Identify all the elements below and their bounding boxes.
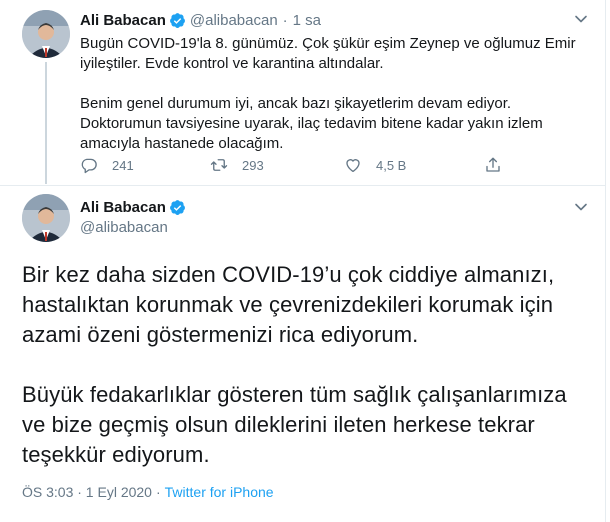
tweet-text: Bir kez daha sizden COVID-19’u çok ciddi… xyxy=(22,260,592,470)
tweet-source-link[interactable]: Twitter for iPhone xyxy=(165,484,274,500)
avatar[interactable] xyxy=(22,10,70,58)
reply-button[interactable]: 241 xyxy=(80,156,134,174)
tweet-header: Ali Babacan xyxy=(80,199,186,216)
verified-badge-icon xyxy=(169,12,185,28)
author-name[interactable]: Ali Babacan xyxy=(80,199,166,216)
author-handle[interactable]: @alibabacan xyxy=(80,219,168,236)
retweet-count: 293 xyxy=(242,157,264,173)
avatar[interactable] xyxy=(22,194,70,242)
share-icon xyxy=(486,157,500,172)
author-handle[interactable]: @alibabacan xyxy=(190,12,278,29)
tweet-paragraph: Büyük fedakarlıklar gösteren tüm sağlık … xyxy=(22,382,567,467)
like-button[interactable]: 4,5 B xyxy=(344,156,406,174)
tweet-paragraph: Benim genel durumum iyi, ancak bazı şika… xyxy=(80,95,543,152)
heart-icon xyxy=(346,159,360,173)
retweet-button[interactable]: 293 xyxy=(210,156,264,174)
tweet-actions: 241 293 4,5 B xyxy=(80,154,540,176)
verified-badge-icon xyxy=(169,200,185,215)
tweet-timestamp[interactable]: ÖS 3:03 · 1 Eyl 2020 xyxy=(22,484,152,500)
tweet-thread: Ali Babacan @alibabacan · 1 sa Bugün COV… xyxy=(0,0,606,522)
chevron-down-icon[interactable] xyxy=(574,12,588,26)
tweet-text: Bugün COVID-19'la 8. günümüz. Çok şükür … xyxy=(80,34,580,154)
separator-dot: · xyxy=(282,11,288,29)
like-count: 4,5 B xyxy=(376,157,407,173)
tweet-time[interactable]: 1 sa xyxy=(293,12,321,29)
tweet-paragraph: Bugün COVID-19'la 8. günümüz. Çok şükür … xyxy=(80,35,576,72)
tweet-paragraph: Bir kez daha sizden COVID-19’u çok ciddi… xyxy=(22,262,555,347)
chevron-down-icon[interactable] xyxy=(574,200,588,214)
retweet-icon xyxy=(210,159,228,171)
author-name[interactable]: Ali Babacan xyxy=(80,12,166,29)
reply-count: 241 xyxy=(112,157,134,173)
share-button[interactable] xyxy=(484,156,502,174)
tweet-header: Ali Babacan @alibabacan · 1 sa xyxy=(80,10,321,30)
separator-dot: · xyxy=(155,484,161,500)
parent-tweet[interactable]: Ali Babacan @alibabacan · 1 sa Bugün COV… xyxy=(0,0,606,186)
tweet-meta: ÖS 3:03 · 1 Eyl 2020 · Twitter for iPhone xyxy=(22,484,274,500)
thread-connector-line xyxy=(45,62,47,184)
reply-icon xyxy=(81,158,97,174)
